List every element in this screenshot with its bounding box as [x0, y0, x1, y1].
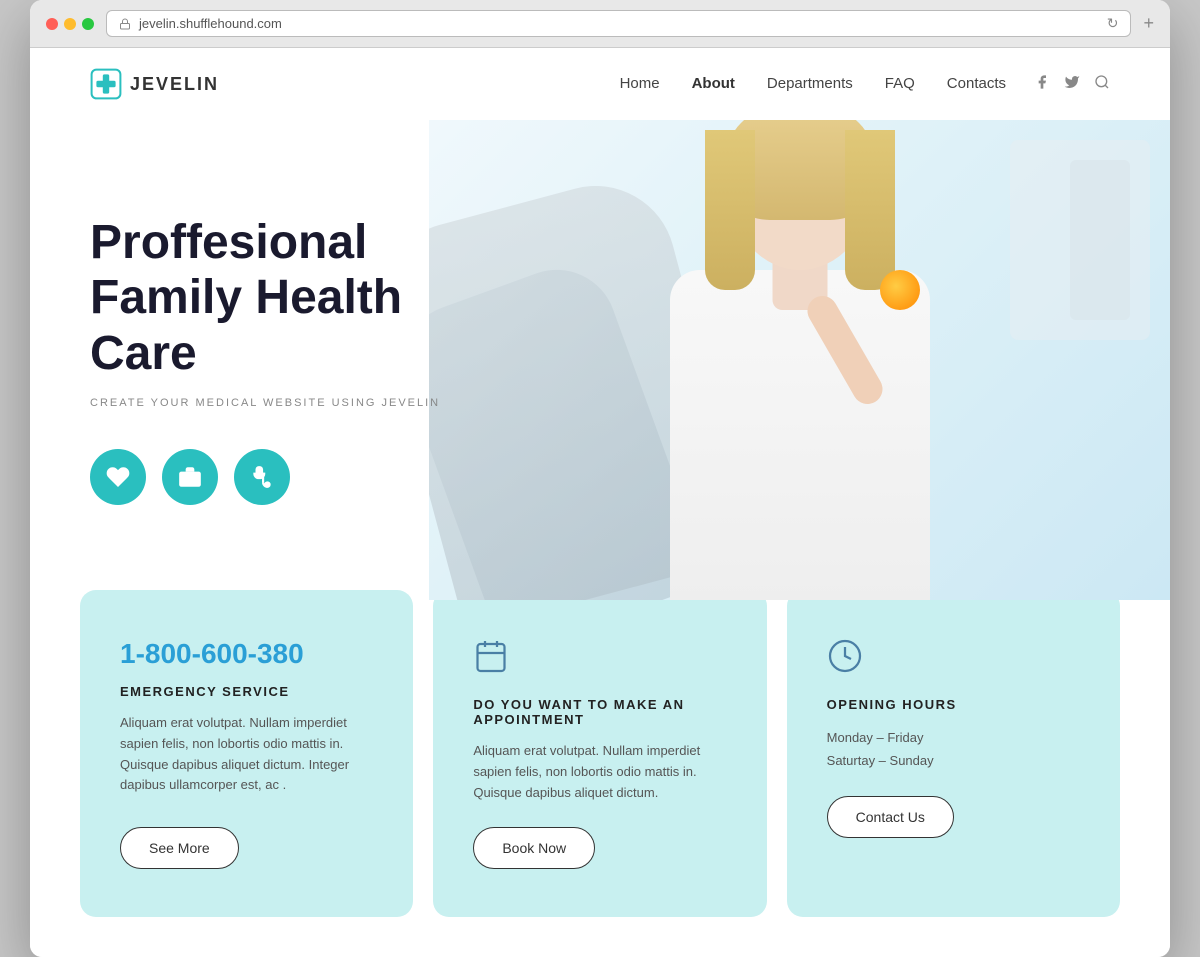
- address-bar[interactable]: jevelin.shufflehound.com ↻: [106, 10, 1131, 37]
- hero-content: Proffesional Family Health Care CREATE Y…: [30, 155, 510, 565]
- hero-subtitle: CREATE YOUR MEDICAL WEBSITE USING JEVELI…: [90, 397, 450, 409]
- book-now-button[interactable]: Book Now: [473, 827, 595, 869]
- nav-link-home[interactable]: Home: [620, 75, 660, 92]
- emergency-text: Aliquam erat volutpat. Nullam imperdiet …: [120, 713, 373, 803]
- hours-row-weekend: Saturtay – Sunday: [827, 749, 1080, 772]
- stethoscope-icon: [249, 464, 275, 490]
- hero-title: Proffesional Family Health Care: [90, 215, 450, 381]
- hero-section: Proffesional Family Health Care CREATE Y…: [30, 120, 1170, 600]
- weekday-label: Monday – Friday: [827, 730, 924, 745]
- emergency-heading: EMERGENCY SERVICE: [120, 684, 373, 699]
- minimize-button[interactable]: [64, 18, 76, 30]
- clock-icon-wrapper: [827, 638, 1080, 679]
- nav-link-contacts[interactable]: Contacts: [947, 75, 1006, 92]
- maximize-button[interactable]: [82, 18, 94, 30]
- appointment-card: DO YOU WANT TO MAKE AN APPOINTMENT Aliqu…: [433, 590, 766, 917]
- nav-social-icons: [1034, 74, 1110, 95]
- main-nav: JEVELIN Home About Departments FAQ Conta…: [30, 48, 1170, 120]
- browser-window: jevelin.shufflehound.com ↻ + JEVELIN Hom…: [30, 0, 1170, 957]
- emergency-card: 1-800-600-380 EMERGENCY SERVICE Aliquam …: [80, 590, 413, 917]
- info-cards-section: 1-800-600-380 EMERGENCY SERVICE Aliquam …: [70, 590, 1130, 957]
- logo-icon: [90, 68, 122, 100]
- website-content: JEVELIN Home About Departments FAQ Conta…: [30, 48, 1170, 957]
- nav-link-departments[interactable]: Departments: [767, 75, 853, 92]
- browser-chrome: jevelin.shufflehound.com ↻ +: [30, 0, 1170, 48]
- calendar-icon: [473, 638, 509, 674]
- nav-item-about[interactable]: About: [692, 75, 735, 93]
- nav-item-departments[interactable]: Departments: [767, 75, 853, 93]
- refresh-icon[interactable]: ↻: [1107, 15, 1119, 32]
- medkit-icon-button[interactable]: [162, 449, 218, 505]
- nav-item-home[interactable]: Home: [620, 75, 660, 93]
- weekend-label: Saturtay – Sunday: [827, 753, 934, 768]
- appointment-heading: DO YOU WANT TO MAKE AN APPOINTMENT: [473, 697, 726, 727]
- stethoscope-icon-button[interactable]: [234, 449, 290, 505]
- logo-text: JEVELIN: [130, 74, 219, 95]
- nav-links: Home About Departments FAQ Contacts: [620, 75, 1006, 93]
- lock-icon: [119, 18, 131, 30]
- medkit-icon: [177, 464, 203, 490]
- calendar-icon-wrapper: [473, 638, 726, 679]
- nav-item-faq[interactable]: FAQ: [885, 75, 915, 93]
- twitter-icon[interactable]: [1064, 74, 1080, 95]
- nav-link-about[interactable]: About: [692, 75, 735, 92]
- traffic-lights: [46, 18, 94, 30]
- logo[interactable]: JEVELIN: [90, 68, 219, 100]
- search-icon[interactable]: [1094, 74, 1110, 95]
- see-more-button[interactable]: See More: [120, 827, 239, 869]
- hours-list: Monday – Friday Saturtay – Sunday: [827, 726, 1080, 772]
- hero-background: [429, 120, 1170, 600]
- heartbeat-icon: [105, 464, 131, 490]
- hours-card: OPENING HOURS Monday – Friday Saturtay –…: [787, 590, 1120, 917]
- contact-us-button[interactable]: Contact Us: [827, 796, 954, 838]
- hours-row-weekday: Monday – Friday: [827, 726, 1080, 749]
- phone-number: 1-800-600-380: [120, 638, 373, 670]
- cardiology-icon-button[interactable]: [90, 449, 146, 505]
- close-button[interactable]: [46, 18, 58, 30]
- appointment-text: Aliquam erat volutpat. Nullam imperdiet …: [473, 741, 726, 803]
- nav-item-contacts[interactable]: Contacts: [947, 75, 1006, 93]
- hero-icon-buttons: [90, 449, 450, 505]
- facebook-icon[interactable]: [1034, 74, 1050, 95]
- nav-link-faq[interactable]: FAQ: [885, 75, 915, 92]
- clock-icon: [827, 638, 863, 674]
- url-text: jevelin.shufflehound.com: [139, 16, 282, 31]
- new-tab-button[interactable]: +: [1143, 13, 1154, 34]
- hours-heading: OPENING HOURS: [827, 697, 1080, 712]
